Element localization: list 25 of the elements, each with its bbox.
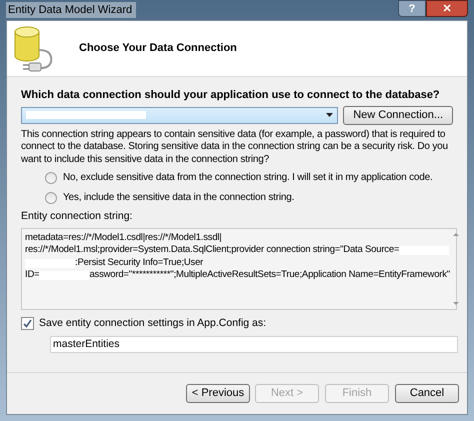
question-label: Which data connection should your application use to connect to the database? bbox=[21, 88, 441, 103]
wizard-button[interactable]: < Previous bbox=[186, 384, 250, 403]
save-settings-label: Save entity connection settings in App.Config as: bbox=[39, 316, 266, 331]
new-connection-button[interactable]: New Connection... bbox=[343, 106, 453, 124]
window-title: Entity Data Model Wizard bbox=[6, 2, 136, 18]
radio-button[interactable] bbox=[45, 172, 57, 184]
connection-string-text: assword="***********";MultipleActiveResultSets=True;Application Name=EntityFramework" bbox=[89, 269, 450, 282]
wizard-button[interactable]: Cancel bbox=[395, 384, 459, 403]
config-name-field[interactable]: masterEntities bbox=[50, 336, 458, 352]
scroll-down-icon[interactable] bbox=[452, 302, 459, 305]
warning-text: This connection string appears to contain sensitive data (for example, a password) that is required to connect to the database. Storing sensitive data in the connection string can be a security risk. Do you want to include this sensitive data in the connection string? bbox=[21, 128, 449, 166]
connection-string-label: Entity connection string: bbox=[21, 209, 134, 224]
radio-button[interactable] bbox=[45, 192, 57, 204]
connection-string-text: ID= bbox=[25, 269, 40, 282]
connection-string-text: res://*/Model1.msl;provider=System.Data.SqlClient;provider connection string="Data Source= bbox=[25, 244, 400, 257]
connection-string-text: :Persist Security Info=True;User bbox=[75, 256, 204, 270]
checkbox[interactable] bbox=[21, 317, 34, 330]
dropdown-arrow-icon bbox=[326, 113, 334, 117]
radio-label: Yes, include the sensitive data in the connection string. bbox=[63, 191, 294, 205]
page-heading: Choose Your Data Connection bbox=[79, 41, 237, 56]
scroll-up-icon[interactable] bbox=[452, 232, 459, 236]
connection-string-text: metadata=res://*/Model1.csdl|res://*/Model1.ssdl| bbox=[25, 232, 222, 244]
close-button[interactable]: ✕ bbox=[426, 0, 468, 17]
connection-dropdown[interactable] bbox=[21, 106, 338, 124]
radio-label: No, exclude sensitive data from the connection string. I will set it in my application code. bbox=[63, 171, 433, 185]
